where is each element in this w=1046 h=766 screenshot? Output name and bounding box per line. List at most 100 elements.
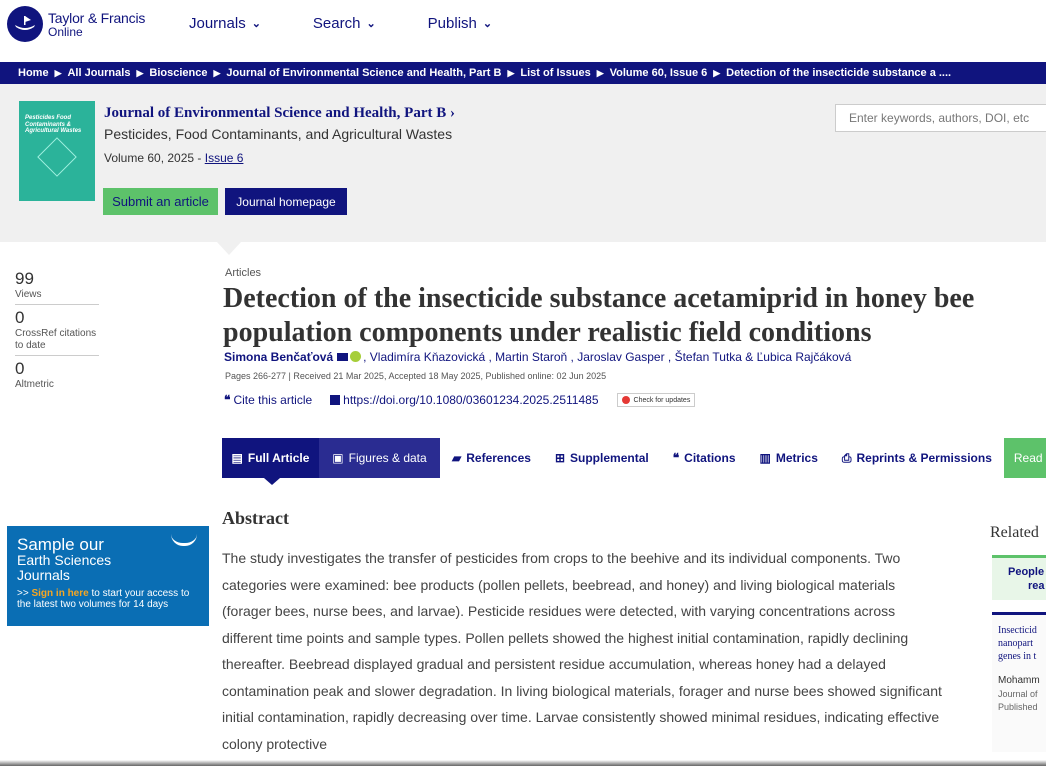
tab-label: Citations [684, 451, 736, 465]
nav-publish-label: Publish [427, 15, 477, 32]
article-metrics: 99 Views 0 CrossRef citations to date 0 … [15, 270, 99, 394]
cite-article-link[interactable]: Cite this article [233, 393, 312, 407]
related-title-line: Insecticid [998, 625, 1037, 636]
chevron-down-icon: ⌄ [251, 18, 261, 30]
logo-icon [7, 6, 43, 42]
journal-banner: Pesticides Food Contaminants & Agricultu… [0, 84, 1046, 242]
bar-chart-icon: ▥ [759, 451, 771, 465]
external-link-icon [330, 395, 341, 405]
ad-text: >> Sign in here to start your access to … [17, 588, 199, 610]
author-list: Simona Benčaťová , Vladimíra Kňazovická ,… [224, 350, 851, 364]
ad-line2: Earth Sciences [17, 552, 112, 568]
views-count: 99 [15, 269, 34, 288]
ad-line3: Journals [17, 567, 70, 584]
main-nav: Journals ⌄ Search ⌄ Publish ⌄ [189, 15, 492, 32]
tab-references[interactable]: ▰ References [440, 438, 543, 478]
tab-figures-data[interactable]: ▣ Figures & data [319, 438, 440, 478]
read-button[interactable]: Read [1003, 438, 1046, 478]
tab-citations[interactable]: ❝ Citations [661, 438, 748, 478]
submit-article-button[interactable]: Submit an article [103, 188, 218, 215]
nav-search-label: Search [312, 15, 361, 32]
cover-graphic [37, 137, 77, 177]
breadcrumb-bioscience[interactable]: Bioscience [149, 67, 207, 79]
volume-label: Volume 60, 2025 - [104, 151, 205, 165]
doi-link[interactable]: https://doi.org/10.1080/03601234.2025.25… [343, 393, 598, 407]
caret-right-icon: ▶ [507, 67, 515, 78]
related-heading: Related [990, 524, 1039, 541]
people-also-read-tab[interactable]: People rea [992, 555, 1046, 600]
journal-cover[interactable]: Pesticides Food Contaminants & Agricultu… [19, 101, 95, 201]
nav-publish[interactable]: Publish ⌄ [428, 15, 492, 32]
tab-label: Read [1013, 451, 1043, 465]
views-label: Views [15, 289, 99, 305]
nav-journals-label: Journals [189, 15, 246, 32]
nav-search[interactable]: Search ⌄ [313, 15, 376, 32]
tab-label: Full Article [247, 451, 310, 465]
crossref-label[interactable]: CrossRef citations to date [15, 328, 99, 356]
breadcrumb-issue[interactable]: Volume 60, Issue 6 [610, 67, 708, 79]
sign-in-link[interactable]: Sign in here [31, 588, 88, 599]
chevron-down-icon: ⌄ [482, 18, 493, 30]
caret-right-icon: ▶ [596, 67, 604, 78]
crossmark-icon [621, 396, 630, 404]
tab-label: Figures & data [348, 451, 427, 465]
check-for-updates-badge[interactable]: Check for updates [616, 393, 696, 407]
orcid-icon[interactable] [350, 351, 362, 362]
crossref-count: 0 [15, 308, 25, 327]
print-icon: ⎙ [841, 450, 852, 465]
envelope-icon[interactable] [337, 353, 349, 361]
altmetric-label: Altmetric [15, 379, 54, 390]
chevron-down-icon: ⌄ [366, 18, 376, 30]
bottom-shadow [0, 760, 1046, 766]
search-input[interactable]: Enter keywords, authors, DOI, etc [835, 104, 1046, 132]
tab-label: Supplemental [570, 451, 649, 465]
sample-journals-ad[interactable]: Sample our Earth Sciences Journals >> Si… [7, 526, 209, 626]
journal-homepage-button[interactable]: Journal homepage [225, 188, 347, 215]
breadcrumb-list-of-issues[interactable]: List of Issues [520, 67, 590, 79]
people-line1: People [1008, 566, 1045, 578]
article-type: Articles [225, 267, 262, 279]
ad-prefix: >> [17, 587, 32, 599]
journal-volume: Volume 60, 2025 - Issue 6 [104, 151, 243, 165]
journal-title[interactable]: Journal of Environmental Science and Hea… [104, 105, 455, 122]
nav-journals[interactable]: Journals ⌄ [189, 15, 261, 32]
breadcrumb-journal[interactable]: Journal of Environmental Science and Hea… [226, 67, 501, 79]
related-journal: Journal of [998, 689, 1038, 699]
article-tabs: ▤ Full Article ▣ Figures & data ▰ Reference… [222, 438, 1046, 478]
cite-row: ❝ Cite this article https://doi.org/10.1… [224, 393, 696, 407]
abstract-heading: Abstract [222, 508, 289, 528]
people-line2: rea [1028, 580, 1045, 593]
related-published: Published [998, 702, 1038, 712]
issue-link[interactable]: Issue 6 [205, 151, 244, 165]
book-icon: ▰ [452, 451, 462, 465]
image-icon: ▣ [332, 451, 344, 465]
plus-icon: ⊞ [554, 451, 566, 465]
other-authors[interactable]: , Vladimíra Kňazovická , Martin Staroň ,… [363, 350, 851, 364]
tandf-logo[interactable]: Taylor & Francis Online [7, 6, 145, 42]
related-article-card[interactable]: Insecticid nanopart genes in t Mohamm Jo… [992, 612, 1046, 752]
cover-title: Pesticides Food Contaminants & Agricultu… [25, 115, 82, 135]
tab-reprints[interactable]: ⎙ Reprints & Permissions [830, 438, 1004, 478]
caret-right-icon: ▶ [213, 67, 221, 78]
tab-metrics[interactable]: ▥ Metrics [748, 438, 830, 478]
tab-full-article[interactable]: ▤ Full Article [222, 438, 319, 478]
breadcrumb-all-journals[interactable]: All Journals [67, 67, 130, 79]
tab-label: Metrics [775, 451, 818, 465]
tab-label: References [466, 451, 531, 465]
active-tab-indicator [264, 478, 280, 485]
top-header: Taylor & Francis Online Journals ⌄ Search… [0, 0, 1046, 62]
quote-icon: ❝ [672, 451, 680, 465]
tab-supplemental[interactable]: ⊞ Supplemental [543, 438, 661, 478]
logo-subtitle: Online [48, 24, 83, 39]
journal-subtitle: Pesticides, Food Contaminants, and Agric… [104, 126, 453, 142]
breadcrumb-current: Detection of the insecticide substance a… [726, 67, 952, 79]
caret-right-icon: ▶ [54, 67, 62, 78]
publication-info: Pages 266-277 | Received 21 Mar 2025, Ac… [225, 371, 607, 381]
file-icon: ▤ [231, 451, 243, 465]
quote-icon: ❝ [224, 393, 231, 407]
breadcrumb-home[interactable]: Home [18, 67, 49, 79]
first-author[interactable]: Simona Benčaťová [224, 350, 333, 364]
related-title-line: genes in t [998, 651, 1037, 662]
logo-title: Taylor & Francis [48, 9, 146, 26]
breadcrumb: Home ▶ All Journals ▶ Bioscience ▶ Journ… [0, 62, 1046, 84]
